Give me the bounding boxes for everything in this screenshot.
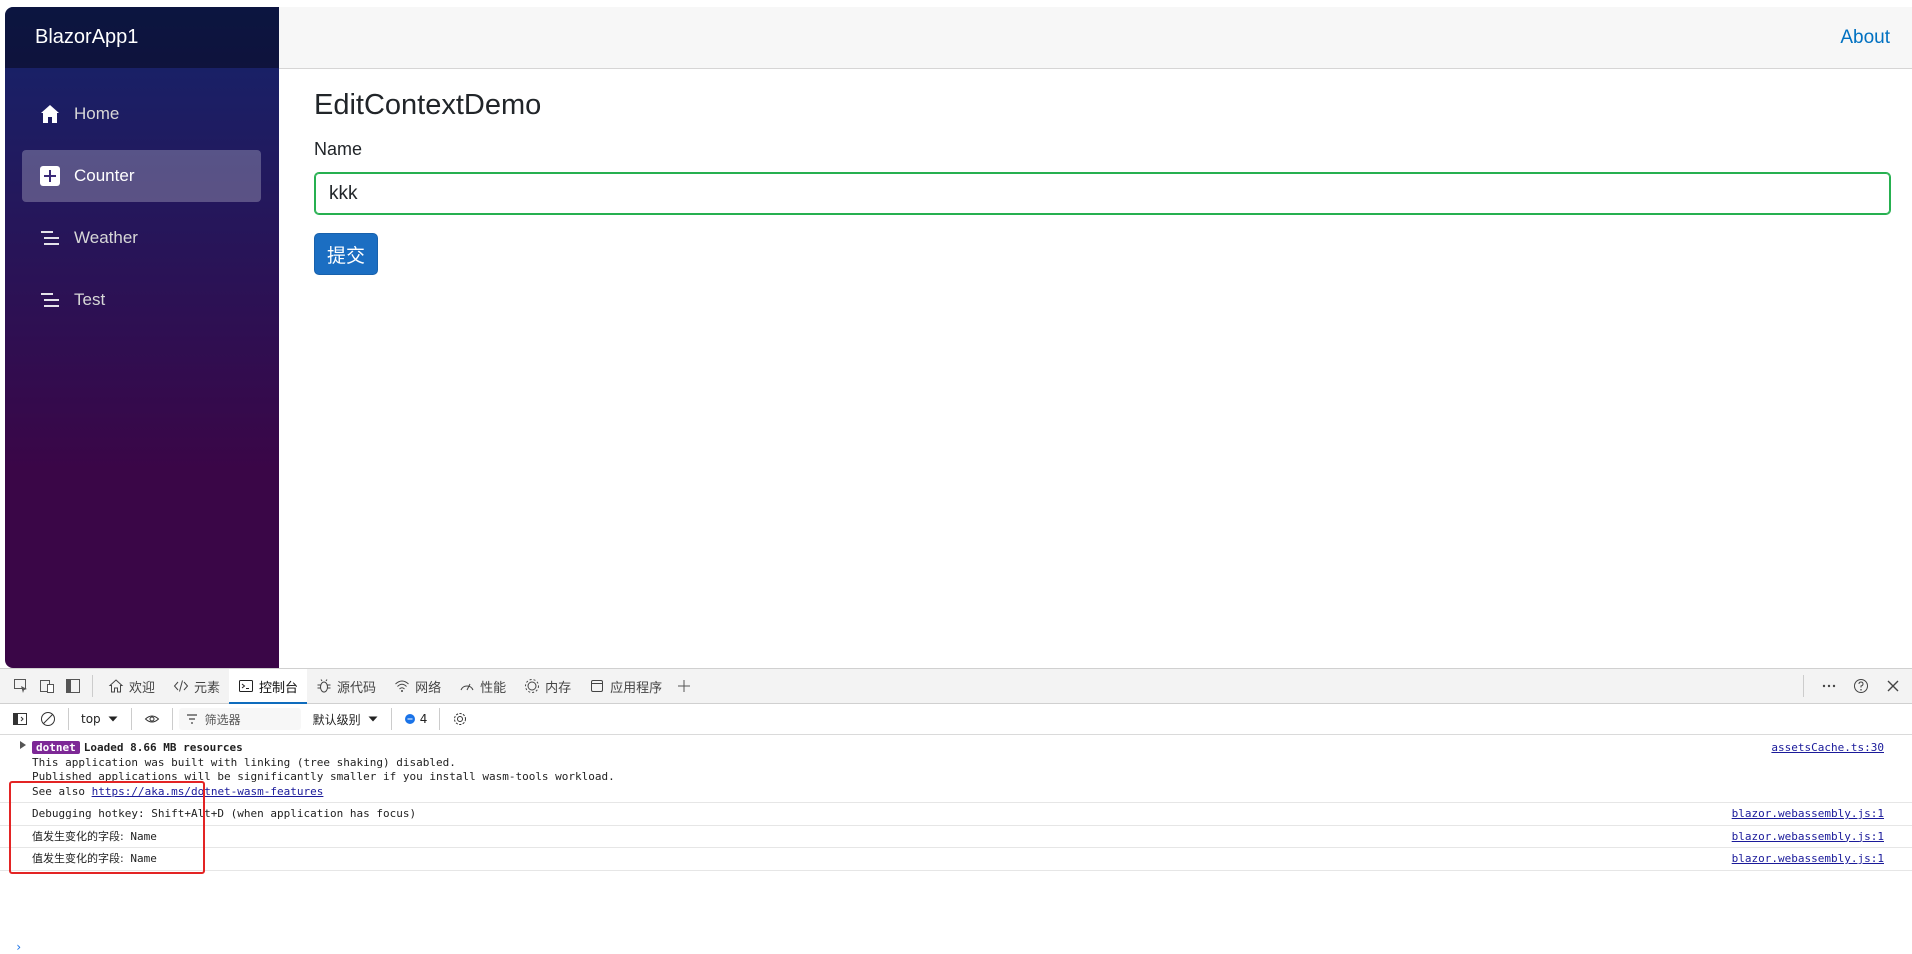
filter-placeholder: 筛选器 xyxy=(204,712,241,727)
console-line: See also https://aka.ms/dotnet-wasm-feat… xyxy=(32,785,1912,800)
clear-console-icon[interactable] xyxy=(34,707,62,731)
tab-label: 欢迎 xyxy=(129,680,156,696)
console-icon xyxy=(239,680,254,692)
nav-item-label: Counter xyxy=(74,166,135,185)
memory-icon xyxy=(525,679,540,693)
home-icon xyxy=(108,679,124,693)
tab-label: 控制台 xyxy=(259,680,299,696)
devtools-panel: 欢迎 元素 控制台 源代码 网络 性能 内存 应用程序 top 筛选器 默认级别… xyxy=(0,668,1912,954)
tab-label: 源代码 xyxy=(337,680,377,696)
divider xyxy=(92,675,93,697)
nav-item-home[interactable]: Home xyxy=(22,88,261,140)
tab-memory[interactable]: 内存 xyxy=(515,669,580,703)
tab-application[interactable]: 应用程序 xyxy=(580,669,671,703)
tab-label: 元素 xyxy=(194,680,221,696)
tab-elements[interactable]: 元素 xyxy=(164,669,229,703)
list-icon xyxy=(39,289,61,311)
source-link[interactable]: blazor.webassembly.js:1 xyxy=(1732,852,1884,867)
nav-menu: Home Counter Weather Test xyxy=(5,68,279,326)
inspect-element-icon[interactable] xyxy=(8,673,34,699)
console-line: This application was built with linking … xyxy=(32,755,456,769)
code-icon xyxy=(173,680,189,692)
console-prompt-icon[interactable]: › xyxy=(15,940,22,954)
divider xyxy=(68,708,69,730)
console-group: dotnet Loaded 8.66 MB resources This appl… xyxy=(0,735,1912,803)
log-level-select[interactable]: 默认级别 xyxy=(307,707,385,731)
dotnet-badge: dotnet xyxy=(32,741,80,754)
context-select[interactable]: top xyxy=(75,707,125,731)
nav-item-test[interactable]: Test xyxy=(22,274,261,326)
tab-label: 应用程序 xyxy=(610,680,663,696)
group-title: Loaded 8.66 MB resources xyxy=(83,741,243,754)
plus-square-icon xyxy=(39,165,61,187)
brand-bar: BlazorApp1 xyxy=(5,7,279,68)
console-message: 值发生变化的字段: Name blazor.webassembly.js:1 xyxy=(0,826,1912,848)
sidebar: BlazorApp1 Home Counter Weather Test xyxy=(5,7,279,668)
tab-label: 网络 xyxy=(415,680,442,696)
close-icon[interactable] xyxy=(1880,673,1906,699)
sidebar-toggle-icon[interactable] xyxy=(60,673,86,699)
main-content: EditContextDemo Name 提交 xyxy=(314,87,1891,275)
nav-item-counter[interactable]: Counter xyxy=(22,150,261,202)
console-filter-input[interactable]: 筛选器 xyxy=(178,708,301,730)
nav-item-label: Weather xyxy=(74,228,138,247)
context-value: top xyxy=(81,712,101,726)
add-tab-icon[interactable] xyxy=(671,673,697,699)
divider xyxy=(1803,675,1804,697)
submit-button[interactable]: 提交 xyxy=(314,233,378,275)
brand-name[interactable]: BlazorApp1 xyxy=(35,26,138,49)
top-row: About xyxy=(279,7,1912,69)
tab-network[interactable]: 网络 xyxy=(385,669,450,703)
live-expression-icon[interactable] xyxy=(138,707,166,731)
tab-label: 内存 xyxy=(545,680,572,696)
devtools-window-controls xyxy=(1797,673,1906,699)
tab-label: 性能 xyxy=(480,680,507,696)
message-count: 4 xyxy=(419,712,428,726)
divider xyxy=(439,708,441,730)
chevron-down-icon xyxy=(368,716,378,722)
source-link[interactable]: blazor.webassembly.js:1 xyxy=(1732,830,1884,845)
nav-item-label: Home xyxy=(74,104,120,123)
name-input[interactable] xyxy=(314,172,1891,215)
divider xyxy=(171,708,173,730)
divider xyxy=(390,708,392,730)
console-toolbar: top 筛选器 默认级别 4 xyxy=(0,704,1912,735)
tab-console[interactable]: 控制台 xyxy=(229,669,308,704)
console-output: dotnet Loaded 8.66 MB resources This appl… xyxy=(0,735,1912,954)
blazor-app: BlazorApp1 Home Counter Weather Test Abo… xyxy=(0,0,1912,668)
expand-triangle-icon[interactable] xyxy=(20,741,26,749)
device-emulation-icon[interactable] xyxy=(34,673,60,699)
wifi-icon xyxy=(395,680,409,692)
bug-icon xyxy=(317,679,331,693)
name-label: Name xyxy=(314,139,363,159)
page-title: EditContextDemo xyxy=(314,89,542,121)
divider xyxy=(130,708,132,730)
chevron-down-icon xyxy=(108,716,118,722)
devtools-tab-bar: 欢迎 元素 控制台 源代码 网络 性能 内存 应用程序 xyxy=(0,669,1912,704)
source-link[interactable]: assetsCache.ts:30 xyxy=(1771,741,1884,756)
log-level-value: 默认级别 xyxy=(312,712,361,727)
tab-sources[interactable]: 源代码 xyxy=(307,669,385,703)
console-sidebar-icon[interactable] xyxy=(6,707,34,731)
help-icon[interactable] xyxy=(1848,673,1874,699)
about-link[interactable]: About xyxy=(1840,27,1890,49)
tab-welcome[interactable]: 欢迎 xyxy=(99,669,164,703)
red-highlight-box xyxy=(9,781,205,874)
filter-icon xyxy=(186,714,197,724)
message-icon xyxy=(404,714,415,724)
list-icon xyxy=(39,227,61,249)
tab-performance[interactable]: 性能 xyxy=(450,669,515,703)
message-count-badge[interactable]: 4 xyxy=(398,707,434,731)
home-icon xyxy=(39,103,61,125)
console-message: Debugging hotkey: Shift+Alt+D (when appl… xyxy=(0,803,1912,826)
gauge-icon xyxy=(460,683,474,691)
nav-item-weather[interactable]: Weather xyxy=(22,212,261,264)
console-message: 值发生变化的字段: Name blazor.webassembly.js:1 xyxy=(0,848,1912,871)
console-line: Published applications will be significa… xyxy=(32,770,615,783)
more-icon[interactable] xyxy=(1816,673,1842,699)
console-settings-icon[interactable] xyxy=(446,707,474,731)
app-icon xyxy=(591,680,604,692)
nav-item-label: Test xyxy=(74,290,106,309)
source-link[interactable]: blazor.webassembly.js:1 xyxy=(1732,807,1884,822)
